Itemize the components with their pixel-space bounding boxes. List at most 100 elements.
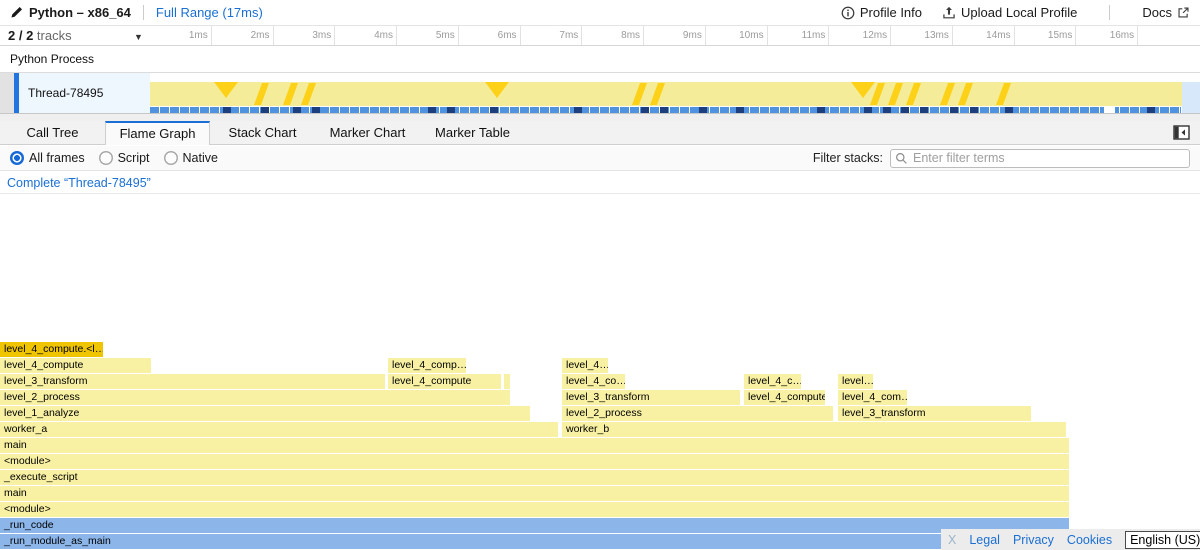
external-link-icon <box>1177 6 1190 19</box>
flame-block[interactable]: level_4_c… <box>744 374 801 389</box>
radio-script-label: Script <box>118 151 150 165</box>
breadcrumb[interactable]: Complete “Thread-78495” <box>0 172 151 190</box>
flame-block[interactable]: level_4_compute <box>744 390 825 405</box>
ruler-tick: 13ms <box>891 26 953 45</box>
flame-block[interactable]: worker_a <box>0 422 558 437</box>
flame-block[interactable]: level… <box>838 374 873 389</box>
flame-graph-settings: All frames Script Native Filter stacks: <box>0 146 1200 171</box>
tab-call-tree[interactable]: Call Tree <box>0 121 105 144</box>
footer-cookies-link[interactable]: Cookies <box>1067 533 1112 547</box>
track-marker-slash-icon <box>996 83 1011 105</box>
radio-all-frames[interactable]: All frames <box>10 151 85 165</box>
flame-block[interactable]: main <box>0 438 1069 453</box>
flame-block[interactable]: _execute_script <box>0 470 1069 485</box>
upload-profile-button[interactable]: Upload Local Profile <box>942 5 1077 20</box>
flame-block[interactable]: <module> <box>0 454 1069 469</box>
flame-block[interactable]: worker_b <box>562 422 1066 437</box>
ruler-tick: 5ms <box>397 26 459 45</box>
track-python-process[interactable]: Python Process <box>0 47 1200 73</box>
ruler-tick: 12ms <box>829 26 891 45</box>
search-icon <box>895 152 908 168</box>
track-marker-slash-icon <box>632 83 647 105</box>
ruler-tick: 9ms <box>644 26 706 45</box>
sidebar-toggle-icon[interactable] <box>1173 125 1190 145</box>
radio-script[interactable]: Script <box>99 151 150 165</box>
profile-title: Python – x86_64 <box>29 5 131 20</box>
track-gutter <box>0 73 14 113</box>
track-marker-slash-icon <box>283 83 298 105</box>
flame-block[interactable]: level_4_co… <box>562 374 625 389</box>
footer-privacy-link[interactable]: Privacy <box>1013 533 1054 547</box>
footer-legal-link[interactable]: Legal <box>969 533 1000 547</box>
tracks-word: tracks <box>37 28 72 43</box>
tracks-shown: 2 / 2 <box>8 28 33 43</box>
ruler-tick: 14ms <box>953 26 1015 45</box>
header-divider <box>143 5 144 20</box>
profile-info-label: Profile Info <box>860 5 922 20</box>
flame-block[interactable]: level_4_compute <box>0 358 151 373</box>
flame-block[interactable]: level_1_analyze <box>0 406 530 421</box>
flame-block[interactable] <box>504 374 510 389</box>
breadcrumb-row: Complete “Thread-78495” <box>0 172 1200 194</box>
track-marker-triangle-icon <box>851 82 875 98</box>
thread-track-header[interactable]: Thread-78495 <box>19 73 150 113</box>
track-marker-slash-icon <box>650 83 665 105</box>
flame-block[interactable]: level_4_compute <box>388 374 501 389</box>
flame-block[interactable]: level_4_compute.<l… <box>0 342 103 357</box>
filter-stacks-label: Filter stacks: <box>813 151 883 165</box>
radio-native-label: Native <box>183 151 218 165</box>
flame-block[interactable]: level_4_com… <box>838 390 907 405</box>
tab-marker-chart[interactable]: Marker Chart <box>315 121 420 144</box>
flame-block[interactable]: level_2_process <box>562 406 833 421</box>
tab-marker-table[interactable]: Marker Table <box>420 121 525 144</box>
radio-unselected-icon <box>99 151 113 165</box>
track-marker-slash-icon <box>888 83 903 105</box>
radio-unselected-icon <box>164 151 178 165</box>
flame-block[interactable]: level_2_process <box>0 390 510 405</box>
docs-label: Docs <box>1142 5 1172 20</box>
flame-block[interactable]: level_3_transform <box>838 406 1031 421</box>
flame-block[interactable]: _run_code <box>0 518 1069 533</box>
header-divider-2 <box>1109 5 1110 20</box>
language-select[interactable]: English (US) <box>1125 531 1200 549</box>
filter-stacks-input[interactable] <box>890 149 1190 168</box>
profile-info-button[interactable]: Profile Info <box>841 5 922 20</box>
panel-tabbar: Call Tree Flame Graph Stack Chart Marker… <box>0 121 1200 145</box>
flame-block[interactable]: <module> <box>0 502 1069 517</box>
flame-block[interactable]: level_4… <box>562 358 608 373</box>
tracks-count[interactable]: 2 / 2 tracks <box>8 26 72 46</box>
full-range-link[interactable]: Full Range (17ms) <box>156 5 263 20</box>
app-header: Python – x86_64 Full Range (17ms) Profil… <box>0 0 1200 26</box>
docs-link[interactable]: Docs <box>1142 5 1190 20</box>
ruler-tick: 11ms <box>768 26 830 45</box>
radio-native[interactable]: Native <box>164 151 218 165</box>
ruler-tick: 1ms <box>150 26 212 45</box>
ruler-tick: 7ms <box>521 26 583 45</box>
ruler-tick: 8ms <box>582 26 644 45</box>
edit-pencil-icon[interactable] <box>10 6 23 19</box>
thread-activity-graph[interactable] <box>150 82 1182 106</box>
flame-graph-canvas[interactable]: _run_module_as_main_run_code<module>main… <box>0 195 1200 550</box>
tracks-dropdown-caret-icon[interactable]: ▼ <box>134 27 143 47</box>
ruler-tick: 15ms <box>1015 26 1077 45</box>
footer-dismiss-button[interactable]: X <box>948 533 956 547</box>
flame-block[interactable]: _run_module_as_main <box>0 534 1069 549</box>
ruler-tick: 6ms <box>459 26 521 45</box>
flame-block[interactable]: main <box>0 486 1069 501</box>
ruler-tick: 2ms <box>212 26 274 45</box>
info-icon <box>841 6 855 20</box>
track-marker-triangle-icon <box>214 82 238 98</box>
track-marker-slash-icon <box>254 83 269 105</box>
tab-stack-chart[interactable]: Stack Chart <box>210 121 315 144</box>
track-thread[interactable]: Thread-78495 <box>0 73 1200 113</box>
process-track-label: Python Process <box>0 47 1200 72</box>
flame-block[interactable]: level_3_transform <box>562 390 740 405</box>
track-marker-slash-icon <box>301 83 316 105</box>
timeline-ruler: 2 / 2 tracks ▼ 1ms2ms3ms4ms5ms6ms7ms8ms9… <box>0 26 1200 46</box>
radio-all-frames-label: All frames <box>29 151 85 165</box>
flame-block[interactable]: level_3_transform <box>0 374 385 389</box>
ruler-tick: 3ms <box>274 26 336 45</box>
flame-block[interactable]: level_4_comp… <box>388 358 466 373</box>
track-right-margin <box>1182 82 1200 113</box>
tab-flame-graph[interactable]: Flame Graph <box>105 121 210 145</box>
